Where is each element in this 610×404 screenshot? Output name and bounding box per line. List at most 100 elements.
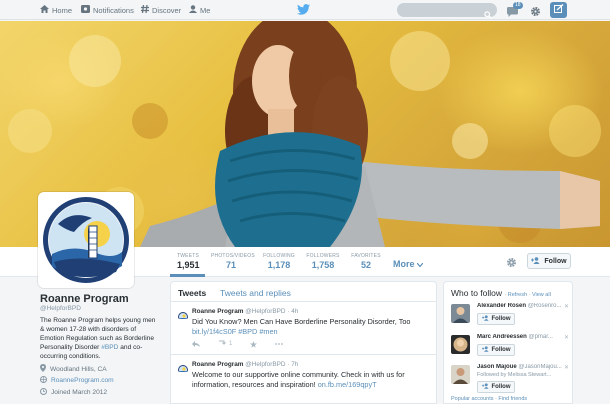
settings-gear-icon[interactable] <box>530 4 541 22</box>
suggestion-name: Jason Majoue @JasonMajou... <box>477 364 569 370</box>
more-options-icon[interactable] <box>275 343 284 345</box>
nav-home[interactable]: Home <box>40 0 72 20</box>
retweet-button[interactable]: 1 <box>218 340 232 348</box>
favorite-icon[interactable] <box>250 340 258 348</box>
profile-website[interactable]: RoanneProgram.com <box>40 376 114 385</box>
suggestion-handle: @JasonMajou... <box>518 364 562 370</box>
location-pin-icon <box>40 364 46 374</box>
more-dropdown[interactable]: More <box>393 259 424 269</box>
notifications-icon <box>81 5 90 15</box>
stat-photos-label: PHOTOS/VIDEOS <box>211 253 255 259</box>
find-friends-link[interactable]: Find friends <box>498 396 527 402</box>
profile-location-text: Woodland Hills, CA <box>50 365 107 373</box>
twitter-bird-icon[interactable] <box>297 4 310 15</box>
suggestion-name: Marc Andreessen @pmar... <box>477 334 569 340</box>
nav-me[interactable]: Me <box>189 0 210 20</box>
tweet-author-name[interactable]: Roanne Program <box>192 361 244 368</box>
suggestion-follow-label: Follow <box>491 384 511 390</box>
tweets-stream: Tweets Tweets and replies Roanne Program… <box>170 281 437 404</box>
nav-discover-label: Discover <box>152 5 182 15</box>
nav-me-label: Me <box>200 5 211 15</box>
suggestion-avatar[interactable] <box>451 365 470 384</box>
stat-following-label: FOLLOWING <box>263 253 295 259</box>
follow-button[interactable]: Follow <box>527 253 571 269</box>
stat-photos[interactable]: PHOTOS/VIDEOS 71 <box>211 253 255 270</box>
stat-favorites-label: FAVORITES <box>351 253 381 259</box>
refresh-link[interactable]: Refresh <box>508 292 527 298</box>
profile-handle[interactable]: @HelpforBPD <box>40 305 81 312</box>
home-icon <box>40 5 49 15</box>
user-actions-gear-icon[interactable] <box>506 255 517 273</box>
dismiss-icon[interactable]: ✕ <box>564 303 569 310</box>
tweet-link[interactable]: bit.ly/1f4cS0F #BPD #men <box>192 327 278 336</box>
top-nav-bar: Home Notifications Discover Me 18 <box>0 0 610 20</box>
who-to-follow-footer: Popular accounts · Find friends <box>451 396 527 402</box>
dismiss-icon[interactable]: ✕ <box>564 364 569 371</box>
tweet-header: Roanne Program @HelpforBPD · 4h <box>192 308 298 315</box>
suggestion-follow-button[interactable]: Follow <box>477 313 515 325</box>
suggestion-follow-button[interactable]: Follow <box>477 344 515 356</box>
tweet-text: Welcome to our supportive online communi… <box>192 370 432 390</box>
suggestion-name-text[interactable]: Marc Andreessen <box>477 334 527 340</box>
tweet-actions: 1 <box>192 340 301 348</box>
suggestion-follow-label: Follow <box>491 316 511 322</box>
suggestion-name-text[interactable]: Alexander Rosen <box>477 303 526 309</box>
tweet-avatar[interactable] <box>178 309 188 319</box>
view-all-link[interactable]: View all <box>532 292 551 298</box>
stat-tweets-label: TWEETS <box>177 253 200 259</box>
profile-joined-text: Joined March 2012 <box>51 389 108 396</box>
stat-followers-label: FOLLOWERS <box>306 253 340 259</box>
calendar-icon <box>40 388 47 397</box>
stat-following[interactable]: FOLLOWING 1,178 <box>262 253 296 270</box>
compose-tweet-button[interactable] <box>550 2 567 18</box>
suggestion-handle: @pmar... <box>528 334 553 340</box>
nav-discover[interactable]: Discover <box>141 0 181 20</box>
add-user-icon <box>531 256 540 266</box>
who-to-follow-title: Who to follow <box>451 288 503 298</box>
suggestion-item[interactable]: Jason Majoue @JasonMajou... Followed by … <box>451 363 572 397</box>
suggestion-follow-button[interactable]: Follow <box>477 381 515 393</box>
nav-notifications[interactable]: Notifications <box>81 0 134 20</box>
tab-tweets[interactable]: Tweets <box>178 288 206 298</box>
chevron-down-icon <box>416 259 424 269</box>
hashtag-icon <box>141 4 149 15</box>
dismiss-icon[interactable]: ✕ <box>564 334 569 341</box>
suggestion-follow-label: Follow <box>491 347 511 353</box>
tweet-link[interactable]: on.fb.me/169qpyT <box>318 380 377 389</box>
tweet-item[interactable]: Roanne Program @HelpforBPD · 7h Welcome … <box>171 355 436 403</box>
tweet-avatar[interactable] <box>178 362 188 372</box>
search-box[interactable] <box>397 3 497 19</box>
retweet-icon <box>218 340 227 348</box>
suggestion-item[interactable]: Marc Andreessen @pmar... ✕ Follow <box>451 333 572 367</box>
who-to-follow-header: Who to follow · Refresh · View all <box>451 288 551 298</box>
suggestion-name-text[interactable]: Jason Majoue <box>477 364 517 370</box>
compose-icon <box>553 1 564 19</box>
suggestion-avatar[interactable] <box>451 304 470 323</box>
profile-bio: The Roanne Program helps young men & wom… <box>40 316 160 361</box>
stream-tabs: Tweets Tweets and replies <box>171 282 436 302</box>
profile-joined: Joined March 2012 <box>40 388 107 397</box>
suggestion-handle: @Rosenro... <box>527 303 562 309</box>
bio-hashtag-link[interactable]: #BPD <box>101 344 118 351</box>
nav-home-label: Home <box>52 5 73 15</box>
popular-accounts-link[interactable]: Popular accounts <box>451 396 494 402</box>
tab-tweets-and-replies[interactable]: Tweets and replies <box>220 288 291 298</box>
tweet-text-body: Did You Know? Men Can Have Borderline Pe… <box>192 317 411 326</box>
search-input[interactable] <box>403 4 481 16</box>
retweet-count: 1 <box>229 341 233 347</box>
stat-tweets[interactable]: TWEETS 1,951 <box>177 253 200 270</box>
stat-favorites[interactable]: FAVORITES 52 <box>350 253 382 270</box>
stat-followers[interactable]: FOLLOWERS 1,758 <box>306 253 340 270</box>
profile-avatar[interactable] <box>38 192 134 288</box>
suggestion-avatar[interactable] <box>451 335 470 354</box>
suggestion-item[interactable]: Alexander Rosen @Rosenro... ✕ Follow <box>451 302 572 336</box>
add-user-icon <box>481 346 489 354</box>
tweet-header: Roanne Program @HelpforBPD · 7h <box>192 361 298 368</box>
stat-favorites-value: 52 <box>360 260 371 270</box>
user-icon <box>189 5 197 15</box>
tweet-item[interactable]: Roanne Program @HelpforBPD · 4h Did You … <box>171 302 436 355</box>
profile-website-text[interactable]: RoanneProgram.com <box>51 377 114 384</box>
tweet-handle-time: @HelpforBPD · 7h <box>245 361 299 368</box>
tweet-author-name[interactable]: Roanne Program <box>192 308 244 315</box>
reply-icon[interactable] <box>192 341 200 347</box>
